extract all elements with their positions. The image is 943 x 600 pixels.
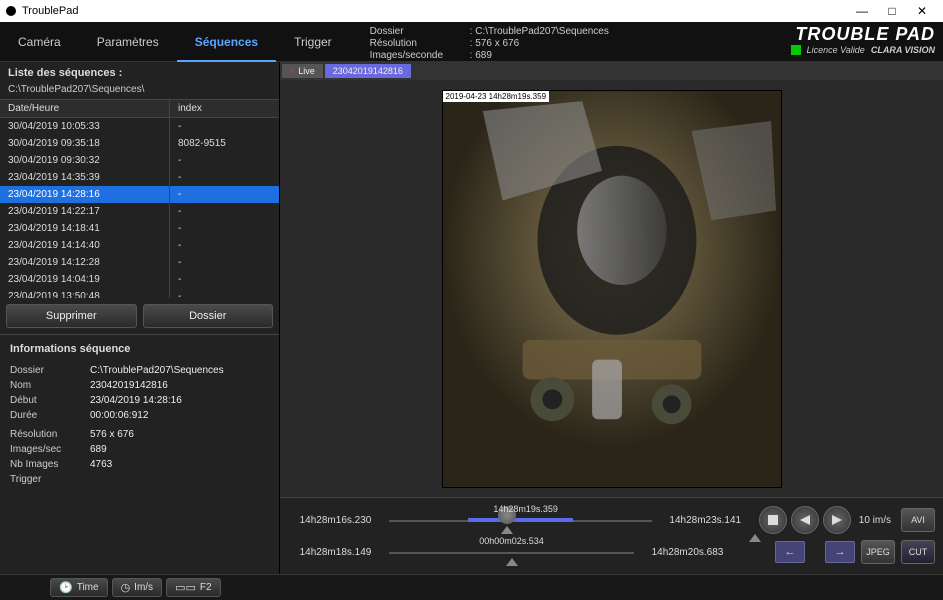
sequence-rows[interactable]: 30/04/2019 10:05:33-30/04/2019 09:35:188… (0, 118, 279, 298)
info-row: Images/sec689 (10, 442, 269, 457)
tab-caméra[interactable]: Caméra (0, 22, 79, 62)
timestamp-overlay: 2019-04-23 14h28m19s.359 (443, 91, 550, 102)
table-row[interactable]: 23/04/2019 14:12:28- (0, 254, 279, 271)
window-titlebar: TroublePad — □ ✕ (0, 0, 943, 22)
info-row: Durée00:00:06:912 (10, 408, 269, 423)
table-row[interactable]: 23/04/2019 14:18:41- (0, 220, 279, 237)
screens-icon: ▭▭ (175, 581, 196, 594)
sequence-list-path: C:\TroublePad207\Sequences\ (0, 84, 279, 99)
sequence-info: Informations séquence DossierC:\TroubleP… (0, 334, 279, 574)
ims-mode-button[interactable]: ◷Im/s (112, 578, 163, 597)
tl1-marker[interactable] (501, 526, 513, 534)
table-row[interactable]: 30/04/2019 10:05:33- (0, 118, 279, 135)
tl2-end: 14h28m20s.683 (640, 547, 735, 558)
info-row: Début23/04/2019 14:28:16 (10, 393, 269, 408)
viewer-panel: ×Live 23042019142816 2019-04-23 14h28m19… (280, 62, 943, 574)
info-row: Nb Images4763 (10, 457, 269, 472)
gauge-icon: ◷ (121, 581, 131, 594)
tl2-track[interactable]: 00h00m02s.534 (389, 538, 634, 566)
tl2-mid: 00h00m02s.534 (479, 536, 544, 546)
viewer-tab-sequence[interactable]: 23042019142816 (325, 64, 411, 78)
play-back-button[interactable] (791, 506, 819, 534)
close-icon[interactable]: × (290, 66, 295, 76)
resolution-label: Résolution (370, 38, 470, 50)
info-row: DossierC:\TroublePad207\Sequences (10, 363, 269, 378)
company-name: CLARA VISION (871, 45, 935, 55)
app-header: CaméraParamètresSéquencesTrigger Dossier… (0, 22, 943, 62)
dossier-label: Dossier (370, 26, 470, 38)
table-row[interactable]: 23/04/2019 14:04:19- (0, 271, 279, 288)
tl2-start: 14h28m18s.149 (288, 547, 383, 558)
timeline: 14h28m16s.230 14h28m19s.359 14h28m23s.14… (280, 497, 943, 574)
tl1-track[interactable]: 14h28m19s.359 (389, 506, 652, 534)
rate-marker[interactable] (749, 534, 761, 542)
tl2-marker[interactable] (506, 558, 518, 566)
play-forward-button[interactable] (823, 506, 851, 534)
viewer-tabs: ×Live 23042019142816 (280, 62, 943, 80)
folder-button[interactable]: Dossier (143, 304, 274, 328)
fps-label: Images/seconde (370, 50, 470, 62)
sequence-list-title: Liste des séquences : (0, 62, 279, 84)
export-avi-button[interactable]: AVI (901, 508, 935, 532)
table-row[interactable]: 23/04/2019 14:22:17- (0, 203, 279, 220)
viewer-tab-live[interactable]: ×Live (282, 64, 323, 78)
table-row[interactable]: 23/04/2019 14:14:40- (0, 237, 279, 254)
clock-icon: 🕑 (59, 581, 73, 594)
info-row: Nom23042019142816 (10, 378, 269, 393)
tab-paramètres[interactable]: Paramètres (79, 22, 177, 62)
table-row[interactable]: 30/04/2019 09:30:32- (0, 152, 279, 169)
playback-rate: 10 im/s (855, 515, 895, 526)
tab-trigger[interactable]: Trigger (276, 22, 350, 62)
table-row[interactable]: 30/04/2019 09:35:188082-9515 (0, 135, 279, 152)
info-title: Informations séquence (10, 343, 269, 355)
col-datetime[interactable]: Date/Heure (0, 100, 170, 117)
info-row: Trigger (10, 472, 269, 487)
sequence-table: Date/Heure index 30/04/2019 10:05:33-30/… (0, 99, 279, 298)
camera-image (443, 91, 781, 487)
export-jpeg-button[interactable]: JPEG (861, 540, 895, 564)
header-info: Dossier: C:\TroublePad207\Sequences Réso… (350, 22, 791, 61)
image-frame[interactable]: 2019-04-23 14h28m19s.359 (442, 90, 782, 488)
tl1-mid: 14h28m19s.359 (493, 504, 558, 514)
col-index[interactable]: index (170, 100, 255, 117)
table-row[interactable]: 23/04/2019 14:35:39- (0, 169, 279, 186)
sidebar: Liste des séquences : C:\TroublePad207\S… (0, 62, 280, 574)
info-row: Résolution576 x 676 (10, 427, 269, 442)
tl1-start: 14h28m16s.230 (288, 515, 383, 526)
brand-block: TROUBLE PAD Licence Valide CLARA VISION (791, 22, 943, 61)
step-back-button[interactable]: ← (775, 541, 805, 563)
table-row[interactable]: 23/04/2019 14:28:16- (0, 186, 279, 203)
window-title: TroublePad (22, 5, 847, 17)
time-mode-button[interactable]: 🕑Time (50, 578, 108, 597)
dossier-value: : C:\TroublePad207\Sequences (470, 26, 609, 38)
tab-séquences[interactable]: Séquences (177, 22, 276, 62)
maximize-button[interactable]: □ (877, 4, 907, 18)
app-icon (6, 6, 16, 16)
bottom-toolbar: 🕑Time ◷Im/s ▭▭F2 (0, 574, 943, 600)
tl1-end: 14h28m23s.141 (658, 515, 753, 526)
brand-name: TROUBLE PAD (795, 24, 935, 45)
delete-button[interactable]: Supprimer (6, 304, 137, 328)
cut-button[interactable]: CUT (901, 540, 935, 564)
main-tabs: CaméraParamètresSéquencesTrigger (0, 22, 350, 61)
minimize-button[interactable]: — (847, 4, 877, 18)
close-button[interactable]: ✕ (907, 4, 937, 18)
licence-indicator-icon (791, 45, 801, 55)
table-row[interactable]: 23/04/2019 13:50:48- (0, 288, 279, 298)
stop-button[interactable] (759, 506, 787, 534)
f2-button[interactable]: ▭▭F2 (166, 578, 220, 597)
licence-text: Licence Valide (807, 45, 865, 55)
step-forward-button[interactable]: → (825, 541, 855, 563)
